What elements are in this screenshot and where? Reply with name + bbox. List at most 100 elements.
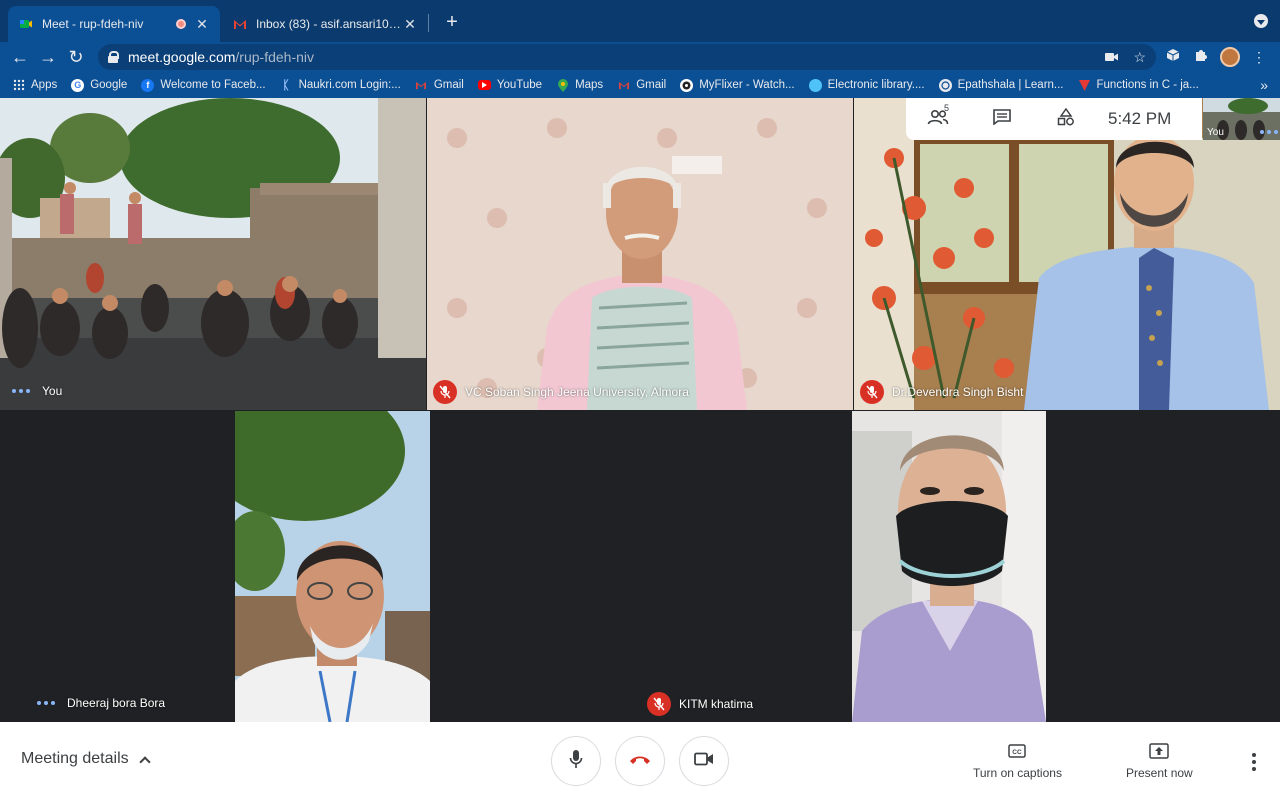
chat-button[interactable]: [970, 108, 1034, 130]
participant-tile-kitm[interactable]: KITM khatima: [431, 411, 851, 722]
reload-button[interactable]: ↻: [64, 45, 88, 69]
participant-name: VC Soban Singh Jeena University, Almora: [465, 385, 689, 399]
bookmark-facebook[interactable]: f Welcome to Faceb...: [141, 78, 266, 92]
participant-tile-you[interactable]: You: [0, 98, 426, 410]
more-options-dots-icon[interactable]: [12, 389, 30, 393]
bookmarks-bar: Apps G Google f Welcome to Faceb... ᛕ Na…: [0, 72, 1280, 98]
participant-count: 5: [944, 102, 950, 113]
participant-name-tag: Dheeraj bora Bora: [37, 696, 165, 710]
functions-icon: [1078, 79, 1091, 92]
library-icon: [808, 78, 822, 92]
tab-search-button[interactable]: [1254, 14, 1268, 28]
video-feed-devendra: [854, 98, 1280, 410]
leave-call-button[interactable]: [615, 736, 665, 786]
mic-off-icon: [433, 380, 457, 404]
svg-text:CC: CC: [1013, 749, 1023, 756]
tab-title: Inbox (83) - asif.ansari108@gm: [256, 17, 402, 31]
bookmark-label: Google: [90, 79, 128, 91]
forward-button[interactable]: →: [36, 45, 60, 69]
bookmark-youtube[interactable]: YouTube: [477, 79, 543, 91]
more-options-icon[interactable]: [1252, 753, 1256, 771]
tab-gmail[interactable]: Inbox (83) - asif.ansari108@gm ✕: [222, 6, 428, 42]
bookmark-gmail-2[interactable]: Gmail: [617, 79, 666, 92]
close-tab-icon[interactable]: ✕: [194, 16, 210, 32]
present-label: Present now: [1126, 766, 1193, 780]
facebook-icon: f: [141, 78, 155, 92]
browser-toolbar: ← → ↻ meet.google.com/rup-fdeh-niv ☆ ⋮: [0, 42, 1280, 72]
bookmark-label: YouTube: [496, 79, 543, 91]
bookmark-label: Functions in C - ja...: [1096, 79, 1199, 91]
meeting-clock: 5:42 PM: [1108, 109, 1172, 128]
participant-tile-dheeraj[interactable]: Dheeraj bora Bora: [25, 411, 430, 722]
more-options-dots-icon[interactable]: [37, 701, 55, 705]
video-feed-vc: [427, 98, 853, 410]
participant-name: You: [42, 384, 63, 398]
mic-off-icon: [860, 380, 884, 404]
bookmark-gmail[interactable]: Gmail: [415, 79, 464, 92]
microphone-icon: [569, 749, 583, 774]
bookmark-label: Epathshala | Learn...: [957, 79, 1064, 91]
video-feed-dheeraj: [235, 411, 430, 722]
bookmark-star-icon[interactable]: ☆: [1133, 49, 1146, 66]
present-screen-icon: [1149, 742, 1170, 760]
extensions-puzzle-icon[interactable]: [1192, 48, 1210, 66]
participant-name-tag: Dr.Devendra Singh Bisht: [860, 380, 1023, 404]
address-bar[interactable]: meet.google.com/rup-fdeh-niv ☆: [98, 44, 1156, 70]
gmail-icon: [415, 79, 428, 92]
new-tab-button[interactable]: +: [440, 10, 464, 34]
meet-favicon-icon: [18, 16, 34, 32]
participant-name: Dr.Devendra Singh Bisht: [892, 385, 1024, 399]
bookmark-naukri[interactable]: ᛕ Naukri.com Login:...: [280, 78, 401, 92]
meeting-details-label: Meeting details: [21, 750, 129, 767]
meeting-details-button[interactable]: Meeting details: [21, 750, 151, 768]
participant-name-tag: You: [12, 384, 62, 398]
tab-meet[interactable]: Meet - rup-fdeh-niv ✕: [8, 6, 220, 42]
gmail-favicon-icon: [232, 16, 248, 32]
epathshala-icon: [938, 78, 952, 92]
profile-avatar[interactable]: [1220, 47, 1240, 67]
participant-tile-masked[interactable]: [852, 411, 1256, 722]
participant-tile-devendra[interactable]: Dr.Devendra Singh Bisht: [854, 98, 1280, 410]
back-button[interactable]: ←: [8, 45, 32, 69]
call-controls-bar: Meeting details CC Turn on captions Pres…: [0, 722, 1280, 800]
more-options-dots-icon[interactable]: [1260, 130, 1278, 134]
video-feed-masked: [852, 411, 1046, 722]
participants-button[interactable]: 5: [906, 103, 970, 130]
activities-button[interactable]: [1034, 107, 1098, 131]
naukri-icon: ᛕ: [282, 78, 290, 92]
bookmark-label: Gmail: [636, 79, 667, 91]
tab-title: Meet - rup-fdeh-niv: [42, 17, 144, 31]
url-path: /rup-fdeh-niv: [235, 49, 314, 65]
camera-permission-icon[interactable]: [1105, 49, 1119, 65]
bookmark-electronic-library[interactable]: Electronic library....: [808, 78, 925, 92]
participant-tile-vc[interactable]: VC Soban Singh Jeena University, Almora: [427, 98, 853, 410]
bookmarks-overflow-icon[interactable]: »: [1260, 77, 1268, 93]
self-view-thumbnail[interactable]: You: [1203, 98, 1280, 140]
mic-off-icon: [647, 692, 671, 716]
close-tab-icon[interactable]: ✕: [402, 16, 418, 32]
self-view-label: You: [1207, 127, 1224, 138]
bookmark-epathshala[interactable]: Epathshala | Learn...: [938, 78, 1064, 92]
browser-menu-icon[interactable]: ⋮: [1250, 48, 1268, 66]
camera-icon: [694, 752, 714, 771]
camera-button[interactable]: [679, 736, 729, 786]
shapes-icon: [1057, 107, 1075, 131]
bookmark-maps[interactable]: Maps: [556, 78, 603, 92]
bookmark-label: Gmail: [433, 79, 464, 91]
present-now-button[interactable]: Present now: [1126, 742, 1193, 780]
bookmark-label: Naukri.com Login:...: [298, 79, 401, 91]
closed-captions-icon: CC: [1007, 742, 1027, 760]
bookmark-google[interactable]: G Google: [71, 78, 128, 92]
bookmark-functions-in-c[interactable]: Functions in C - ja...: [1078, 79, 1199, 92]
microphone-button[interactable]: [551, 736, 601, 786]
apps-grid-icon: [12, 79, 25, 92]
captions-button[interactable]: CC Turn on captions: [973, 742, 1062, 780]
meet-stage: You VC Soban Singh Jeena University, Alm…: [0, 98, 1280, 722]
meeting-info-bar: 5 5:42 PM: [906, 98, 1202, 140]
hang-up-icon: [629, 752, 651, 770]
bookmark-myflixer[interactable]: MyFlixer - Watch...: [680, 78, 795, 92]
extension-cube-icon[interactable]: [1164, 48, 1182, 66]
bookmark-apps[interactable]: Apps: [12, 79, 57, 92]
participant-name-tag: KITM khatima: [647, 692, 753, 716]
bookmark-label: Apps: [31, 79, 58, 91]
